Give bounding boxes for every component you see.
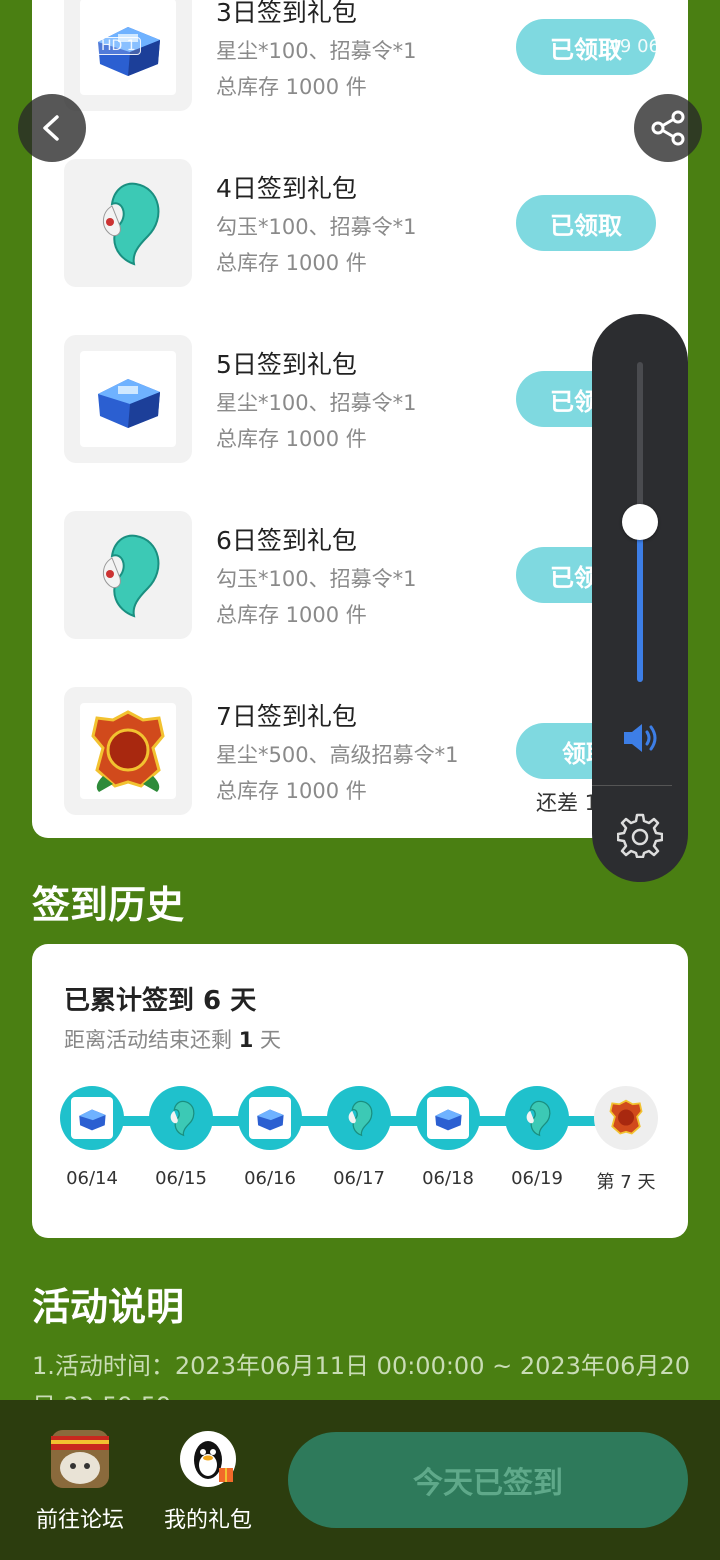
back-button[interactable] bbox=[18, 94, 86, 162]
gift-thumb bbox=[64, 335, 192, 463]
gift-title: 3日签到礼包 bbox=[216, 0, 357, 27]
gift-description: 勾玉*100、招募令*1 bbox=[216, 215, 417, 239]
history-card: 已累计签到 6 天 距离活动结束还剩 1 天 06/14 06/15 06/16… bbox=[32, 944, 688, 1238]
remaining-days-value: 1 bbox=[238, 1028, 254, 1052]
game-avatar-icon bbox=[51, 1430, 109, 1488]
day-node-pending bbox=[594, 1086, 658, 1150]
jade-magatama-icon bbox=[103, 182, 160, 266]
claimed-button[interactable]: 已领取 bbox=[516, 195, 656, 251]
gift-title: 6日签到礼包 bbox=[216, 526, 357, 555]
blue-crystal-chest-icon bbox=[98, 379, 160, 428]
description-section-title: 活动说明 bbox=[32, 1285, 185, 1329]
my-gifts-link[interactable]: 我的礼包 bbox=[153, 1430, 263, 1534]
gift-row-day5: 5日签到礼包 星尘*100、招募令*1 总库存 1000 件 已领取 bbox=[64, 335, 664, 463]
gift-description: 星尘*500、高级招募令*1 bbox=[216, 743, 459, 767]
gear-icon[interactable] bbox=[617, 812, 663, 858]
share-button[interactable] bbox=[634, 94, 702, 162]
jade-magatama-icon bbox=[348, 1100, 373, 1137]
hd-badge: HD 1 bbox=[96, 37, 141, 55]
gift-title: 7日签到礼包 bbox=[216, 702, 357, 731]
forum-link[interactable]: 前往论坛 bbox=[25, 1430, 135, 1534]
blue-crystal-chest-icon bbox=[79, 1109, 106, 1131]
jade-magatama-icon bbox=[526, 1100, 551, 1137]
gift-stock: 总库存 1000 件 bbox=[216, 779, 367, 803]
day-node bbox=[416, 1086, 480, 1150]
gift-title: 5日签到礼包 bbox=[216, 350, 357, 379]
gift-thumb bbox=[64, 159, 192, 287]
gift-title: 4日签到礼包 bbox=[216, 174, 357, 203]
gift-thumb bbox=[64, 511, 192, 639]
remaining-days-text: 距离活动结束还剩 1 天 bbox=[64, 1028, 281, 1052]
signed-in-today-button[interactable]: 今天已签到 bbox=[288, 1432, 688, 1528]
share-icon bbox=[651, 110, 685, 146]
day-node bbox=[327, 1086, 391, 1150]
blue-crystal-chest-icon bbox=[257, 1109, 284, 1131]
bottom-action-bar: 前往论坛 我的礼包 今天已签到 bbox=[0, 1400, 720, 1560]
day-label: 06/19 bbox=[511, 1168, 563, 1189]
status-overlay: HD 1 49 06 bbox=[96, 28, 660, 64]
speaker-icon[interactable] bbox=[620, 718, 660, 758]
gift-thumb bbox=[64, 687, 192, 815]
total-signin-count: 已累计签到 6 天 bbox=[64, 986, 257, 1016]
gift-row-day4: 4日签到礼包 勾玉*100、招募令*1 总库存 1000 件 已领取 bbox=[64, 159, 664, 287]
divider bbox=[592, 785, 672, 786]
gift-description: 勾玉*100、招募令*1 bbox=[216, 567, 417, 591]
day-node bbox=[149, 1086, 213, 1150]
volume-slider-knob[interactable] bbox=[622, 504, 658, 540]
gift-list-card: 3日签到礼包 星尘*100、招募令*1 总库存 1000 件 已领取 4日签到礼… bbox=[32, 0, 688, 838]
jade-magatama-icon bbox=[103, 534, 160, 618]
gift-stock: 总库存 1000 件 bbox=[216, 427, 367, 451]
day-label: 第 7 天 bbox=[596, 1172, 656, 1193]
gift-description: 星尘*100、招募令*1 bbox=[216, 391, 417, 415]
gift-stock: 总库存 1000 件 bbox=[216, 603, 367, 627]
volume-panel bbox=[592, 314, 688, 882]
day-node bbox=[238, 1086, 302, 1150]
status-indicators: 49 06 bbox=[608, 35, 660, 57]
chevron-left-icon bbox=[43, 115, 59, 141]
day-label: 06/18 bbox=[422, 1168, 474, 1189]
blue-crystal-chest-icon bbox=[435, 1109, 462, 1131]
day-label: 06/16 bbox=[244, 1168, 296, 1189]
forum-label: 前往论坛 bbox=[35, 1508, 124, 1533]
my-gifts-label: 我的礼包 bbox=[163, 1508, 252, 1533]
gift-stock: 总库存 1000 件 bbox=[216, 75, 367, 99]
gift-row-day6: 6日签到礼包 勾玉*100、招募令*1 总库存 1000 件 已领取 bbox=[64, 511, 664, 639]
day-node bbox=[505, 1086, 569, 1150]
recruit-token-icon bbox=[91, 710, 165, 792]
recruit-token-icon bbox=[609, 1099, 643, 1135]
volume-level-fill bbox=[637, 522, 643, 682]
jade-magatama-icon bbox=[170, 1100, 195, 1137]
day-label: 06/17 bbox=[333, 1168, 385, 1189]
day-label: 06/15 bbox=[155, 1168, 207, 1189]
qq-penguin-icon bbox=[179, 1430, 237, 1488]
history-section-title: 签到历史 bbox=[32, 883, 185, 927]
day-label: 06/14 bbox=[66, 1168, 118, 1189]
gift-stock: 总库存 1000 件 bbox=[216, 251, 367, 275]
day-node bbox=[60, 1086, 124, 1150]
gift-row-day7: 7日签到礼包 星尘*500、高级招募令*1 总库存 1000 件 领取 还差 1… bbox=[64, 687, 664, 815]
